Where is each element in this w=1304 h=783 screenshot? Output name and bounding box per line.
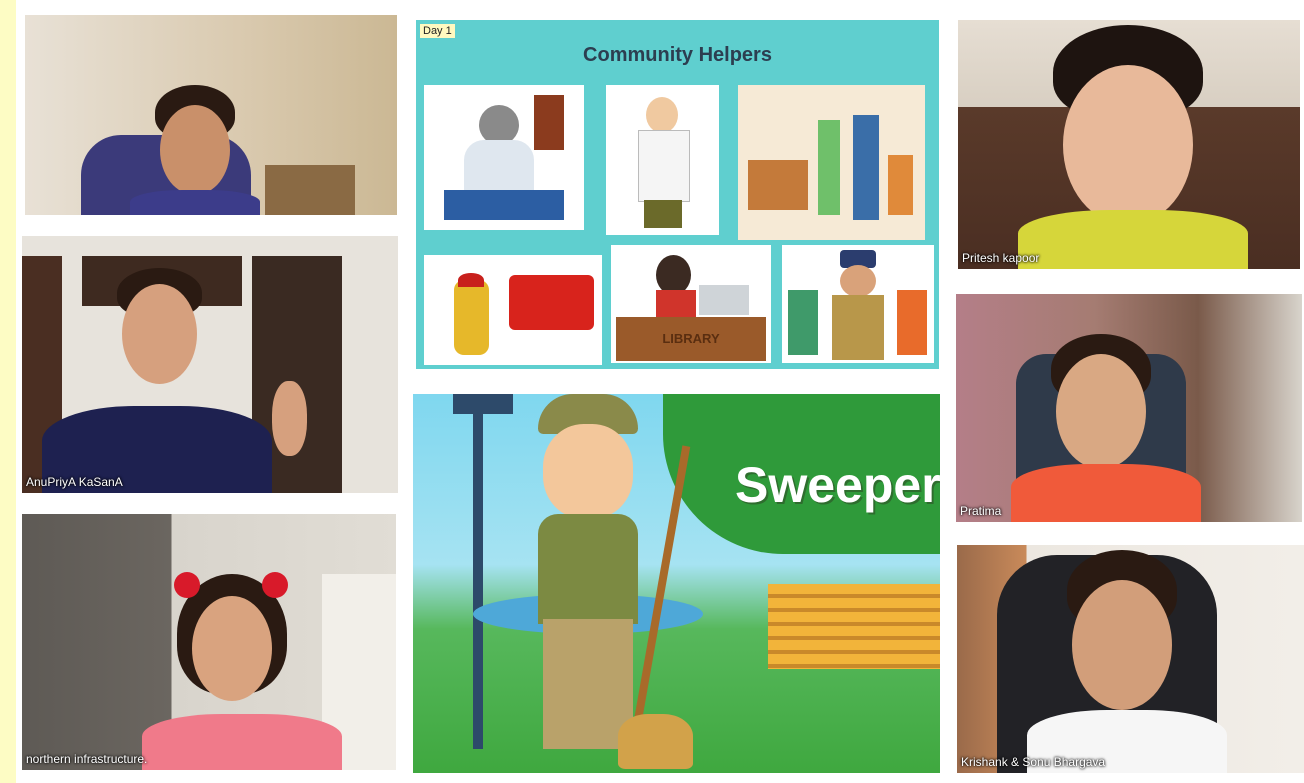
- participant-name: AnuPriyA KaSanA: [26, 475, 123, 489]
- library-sign: LIBRARY: [616, 317, 766, 361]
- librarian-picture: LIBRARY: [611, 245, 771, 363]
- participant-name: Pritesh kapoor: [962, 251, 1040, 265]
- child-face: [1056, 354, 1146, 469]
- child-face: [1072, 580, 1172, 710]
- video-tile-4[interactable]: Pritesh kapoor: [958, 20, 1300, 269]
- raised-hand: [272, 381, 307, 456]
- firefighter-picture: [424, 255, 602, 365]
- child-body: [1011, 464, 1201, 522]
- video-tile-1[interactable]: [25, 15, 397, 215]
- doctor-picture: [606, 85, 719, 235]
- broom-bristles: [618, 714, 693, 769]
- child-face: [122, 284, 197, 384]
- child-face: [192, 596, 272, 701]
- video-tile-6[interactable]: Krishank & Sonu Bhargava: [957, 545, 1304, 773]
- sweeper-title: Sweeper: [735, 457, 940, 513]
- lamp-post: [473, 404, 483, 749]
- day-label: Day 1: [420, 24, 455, 38]
- video-tile-5[interactable]: Pratima: [956, 294, 1302, 522]
- sweeper-face: [543, 424, 633, 519]
- slide-community-helpers: Day 1 Community Helpers LIBRARY: [416, 20, 939, 369]
- child-face: [160, 105, 230, 195]
- lamp-head: [453, 394, 513, 414]
- hair-bow: [262, 572, 288, 598]
- police-picture: [782, 245, 934, 363]
- table: [265, 165, 355, 215]
- video-tile-2[interactable]: AnuPriyA KaSanA: [22, 236, 398, 493]
- sweeper-shirt: [538, 514, 638, 624]
- slide-title: Community Helpers: [583, 44, 772, 66]
- child-face: [1063, 65, 1193, 225]
- hair-bow: [174, 572, 200, 598]
- video-tile-3[interactable]: northern infrastructure.: [22, 514, 396, 770]
- cobbler-picture: [424, 85, 584, 230]
- park-bench: [768, 584, 940, 669]
- participant-name: Krishank & Sonu Bhargava: [961, 755, 1106, 769]
- tailor-picture: [738, 85, 925, 240]
- left-margin-strip: [0, 0, 16, 783]
- child-body: [130, 190, 260, 215]
- slide-sweeper: Sweeper: [413, 394, 940, 773]
- child-body: [142, 714, 342, 770]
- broom-handle: [633, 445, 691, 723]
- participant-name: Pratima: [960, 504, 1002, 518]
- child-body: [1018, 210, 1248, 269]
- participant-name: northern infrastructure.: [26, 752, 148, 766]
